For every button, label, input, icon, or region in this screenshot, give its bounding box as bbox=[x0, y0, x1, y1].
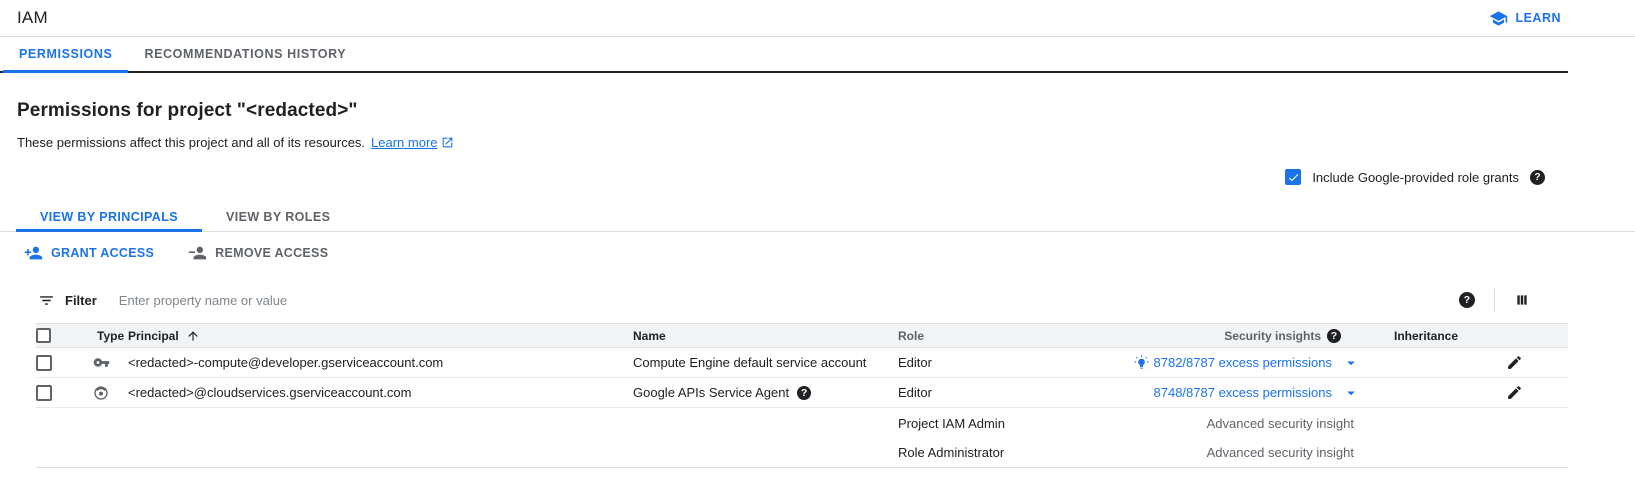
sort-by-principal[interactable]: Principal bbox=[128, 329, 200, 343]
tab-permissions[interactable]: PERMISSIONS bbox=[3, 37, 128, 71]
name-cell: Compute Engine default service account bbox=[633, 355, 898, 370]
service-agent-help-icon[interactable]: ? bbox=[797, 386, 811, 400]
page-title: IAM bbox=[17, 8, 48, 28]
insight-expand-caret[interactable] bbox=[1336, 384, 1366, 402]
permissions-table: Type Principal Name Role Security insigh… bbox=[36, 323, 1568, 468]
learn-button[interactable]: LEARN bbox=[1489, 9, 1561, 28]
principal-name: Google APIs Service Agent bbox=[633, 385, 789, 400]
sort-ascending-icon bbox=[186, 329, 200, 343]
tab-recommendations-history[interactable]: RECOMMENDATIONS HISTORY bbox=[128, 37, 362, 71]
access-toolbar: GRANT ACCESS REMOVE ACCESS bbox=[0, 232, 1635, 274]
toolbar-divider bbox=[1494, 288, 1495, 312]
security-insight-cell: Advanced security insight bbox=[1105, 416, 1366, 431]
learn-more-label: Learn more bbox=[371, 135, 437, 150]
header-security-insights-label: Security insights bbox=[1224, 329, 1321, 343]
filter-bar: Filter ? bbox=[0, 282, 1635, 318]
permissions-heading: Permissions for project "<redacted>" bbox=[17, 100, 1635, 122]
column-display-icon[interactable] bbox=[1514, 292, 1530, 308]
person-add-icon bbox=[24, 245, 43, 261]
header-type: Type bbox=[66, 329, 128, 343]
principal-email: <redacted>@cloudservices.gserviceaccount… bbox=[128, 385, 411, 400]
role-cell: Project IAM Admin bbox=[898, 416, 1105, 431]
header-role: Role bbox=[898, 329, 1105, 343]
google-managed-account-icon bbox=[93, 385, 109, 401]
edit-principal-button[interactable] bbox=[1506, 384, 1523, 401]
view-tab-bar: VIEW BY PRINCIPALS VIEW BY ROLES bbox=[0, 202, 1635, 232]
learn-label: LEARN bbox=[1515, 11, 1561, 25]
select-all-checkbox[interactable] bbox=[36, 328, 51, 343]
top-tab-bar: PERMISSIONS RECOMMENDATIONS HISTORY bbox=[0, 37, 1568, 73]
include-grants-checkbox[interactable] bbox=[1285, 169, 1301, 185]
table-row: <redacted>-compute@developer.gserviceacc… bbox=[36, 348, 1568, 378]
excess-permissions-link[interactable]: 8782/8787 excess permissions bbox=[1154, 355, 1333, 370]
row-checkbox[interactable] bbox=[36, 385, 52, 401]
filter-label: Filter bbox=[65, 293, 97, 308]
role-cell: Role Administrator bbox=[898, 445, 1105, 460]
pencil-icon bbox=[1506, 354, 1523, 371]
caret-down-icon bbox=[1342, 384, 1360, 402]
open-in-new-icon bbox=[441, 136, 454, 149]
header-checkbox-cell bbox=[36, 328, 66, 343]
role-cell: Editor bbox=[898, 355, 1105, 370]
table-row: <redacted>@cloudservices.gserviceaccount… bbox=[36, 378, 1568, 408]
person-remove-icon bbox=[188, 245, 207, 261]
table-row-role-only: Project IAM Admin Advanced security insi… bbox=[36, 408, 1568, 438]
insight-expand-caret[interactable] bbox=[1336, 354, 1366, 372]
pencil-icon bbox=[1506, 384, 1523, 401]
remove-access-button[interactable]: REMOVE ACCESS bbox=[188, 245, 328, 261]
security-insight-cell: 8748/8787 excess permissions bbox=[1105, 385, 1336, 400]
filter-input[interactable] bbox=[119, 293, 1459, 308]
learn-more-link[interactable]: Learn more bbox=[371, 135, 453, 150]
header-inheritance: Inheritance bbox=[1366, 329, 1461, 343]
edit-principal-button[interactable] bbox=[1506, 354, 1523, 371]
role-cell: Editor bbox=[898, 385, 1105, 400]
caret-down-icon bbox=[1342, 354, 1360, 372]
table-header-row: Type Principal Name Role Security insigh… bbox=[36, 323, 1568, 348]
insight-bulb-icon bbox=[1134, 355, 1149, 370]
principal-cell: <redacted>-compute@developer.gserviceacc… bbox=[128, 355, 633, 370]
description-text: These permissions affect this project an… bbox=[17, 135, 365, 150]
header-security-insights-cell: Security insights ? bbox=[1105, 329, 1366, 343]
table-row-role-only: Role Administrator Advanced security ins… bbox=[36, 438, 1568, 468]
service-account-key-icon bbox=[93, 354, 110, 371]
check-icon bbox=[1287, 171, 1300, 184]
filter-icon bbox=[38, 292, 55, 309]
row-checkbox[interactable] bbox=[36, 355, 52, 371]
include-grants-help-icon[interactable]: ? bbox=[1530, 170, 1545, 185]
header-principal-label: Principal bbox=[128, 329, 179, 343]
include-grants-label: Include Google-provided role grants bbox=[1312, 170, 1519, 185]
school-icon bbox=[1489, 9, 1508, 28]
header-name: Name bbox=[633, 329, 898, 343]
remove-access-label: REMOVE ACCESS bbox=[215, 246, 328, 260]
excess-permissions-link[interactable]: 8748/8787 excess permissions bbox=[1154, 385, 1333, 400]
filter-help-icon[interactable]: ? bbox=[1459, 292, 1475, 308]
grant-access-button[interactable]: GRANT ACCESS bbox=[24, 245, 154, 261]
app-bar: IAM LEARN bbox=[0, 0, 1635, 37]
name-cell: Google APIs Service Agent ? bbox=[633, 385, 898, 400]
security-insights-help-icon[interactable]: ? bbox=[1327, 329, 1341, 343]
principal-email: <redacted>-compute@developer.gserviceacc… bbox=[128, 355, 443, 370]
header-principal-cell: Principal bbox=[128, 329, 633, 343]
grant-access-label: GRANT ACCESS bbox=[51, 246, 154, 260]
tab-view-by-roles[interactable]: VIEW BY ROLES bbox=[202, 202, 354, 231]
tab-view-by-principals[interactable]: VIEW BY PRINCIPALS bbox=[16, 202, 202, 231]
principal-cell: <redacted>@cloudservices.gserviceaccount… bbox=[128, 385, 633, 400]
principal-name: Compute Engine default service account bbox=[633, 355, 866, 370]
security-insight-cell: Advanced security insight bbox=[1105, 445, 1366, 460]
security-insight-cell: 8782/8787 excess permissions bbox=[1105, 355, 1336, 370]
include-grants-row: Include Google-provided role grants ? bbox=[0, 167, 1635, 187]
permissions-description: These permissions affect this project an… bbox=[17, 135, 1635, 150]
